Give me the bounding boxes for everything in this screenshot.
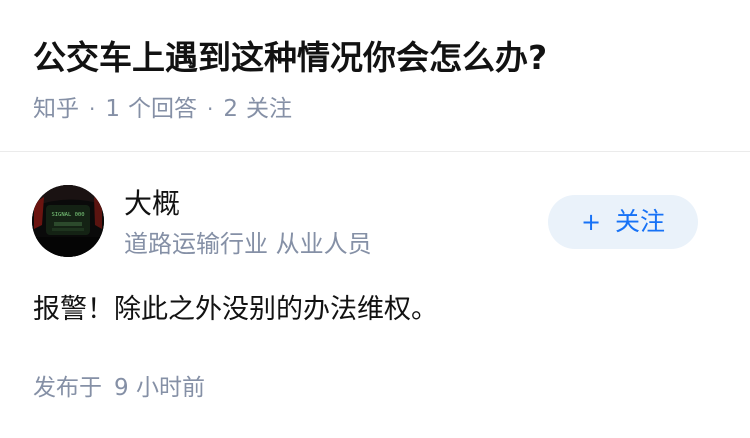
question-header: 公交车上遇到这种情况你会怎么办? <box>33 34 723 82</box>
answer-count[interactable]: 1 个回答 <box>105 96 197 122</box>
answer-footer: 发布于 9 小时前 <box>33 371 205 405</box>
avatar-screen-text: SIGNAL 000 <box>51 212 84 218</box>
follower-count-label: 关注 <box>246 96 292 122</box>
follower-count-number: 2 <box>223 96 238 122</box>
question-page: 公交车上遇到这种情况你会怎么办? 知乎 · 1 个回答 · 2 关注 SIGNAL 000 … <box>0 0 750 438</box>
meta-separator: · <box>207 97 214 121</box>
published-time[interactable]: 9 小时前 <box>114 375 205 401</box>
question-title[interactable]: 公交车上遇到这种情况你会怎么办? <box>33 34 723 82</box>
author-name[interactable]: 大概 <box>124 184 180 224</box>
avatar-image: SIGNAL 000 <box>32 185 104 257</box>
author-bio: 道路运输行业 从业人员 <box>124 230 372 258</box>
answer-count-number: 1 <box>105 96 120 122</box>
meta-separator: · <box>89 97 96 121</box>
question-meta: 知乎 · 1 个回答 · 2 关注 <box>33 92 292 126</box>
follow-button-label: 关注 <box>615 207 666 236</box>
divider <box>0 151 750 152</box>
plus-icon: + <box>580 208 602 236</box>
follower-count[interactable]: 2 关注 <box>223 96 292 122</box>
answer-content: 报警！除此之外没别的办法维权。 <box>33 294 438 325</box>
avatar[interactable]: SIGNAL 000 <box>32 185 104 257</box>
source-label[interactable]: 知乎 <box>33 96 79 122</box>
answer-count-label: 个回答 <box>128 96 197 122</box>
published-label: 发布于 <box>33 375 102 401</box>
follow-button[interactable]: + 关注 <box>548 195 698 249</box>
